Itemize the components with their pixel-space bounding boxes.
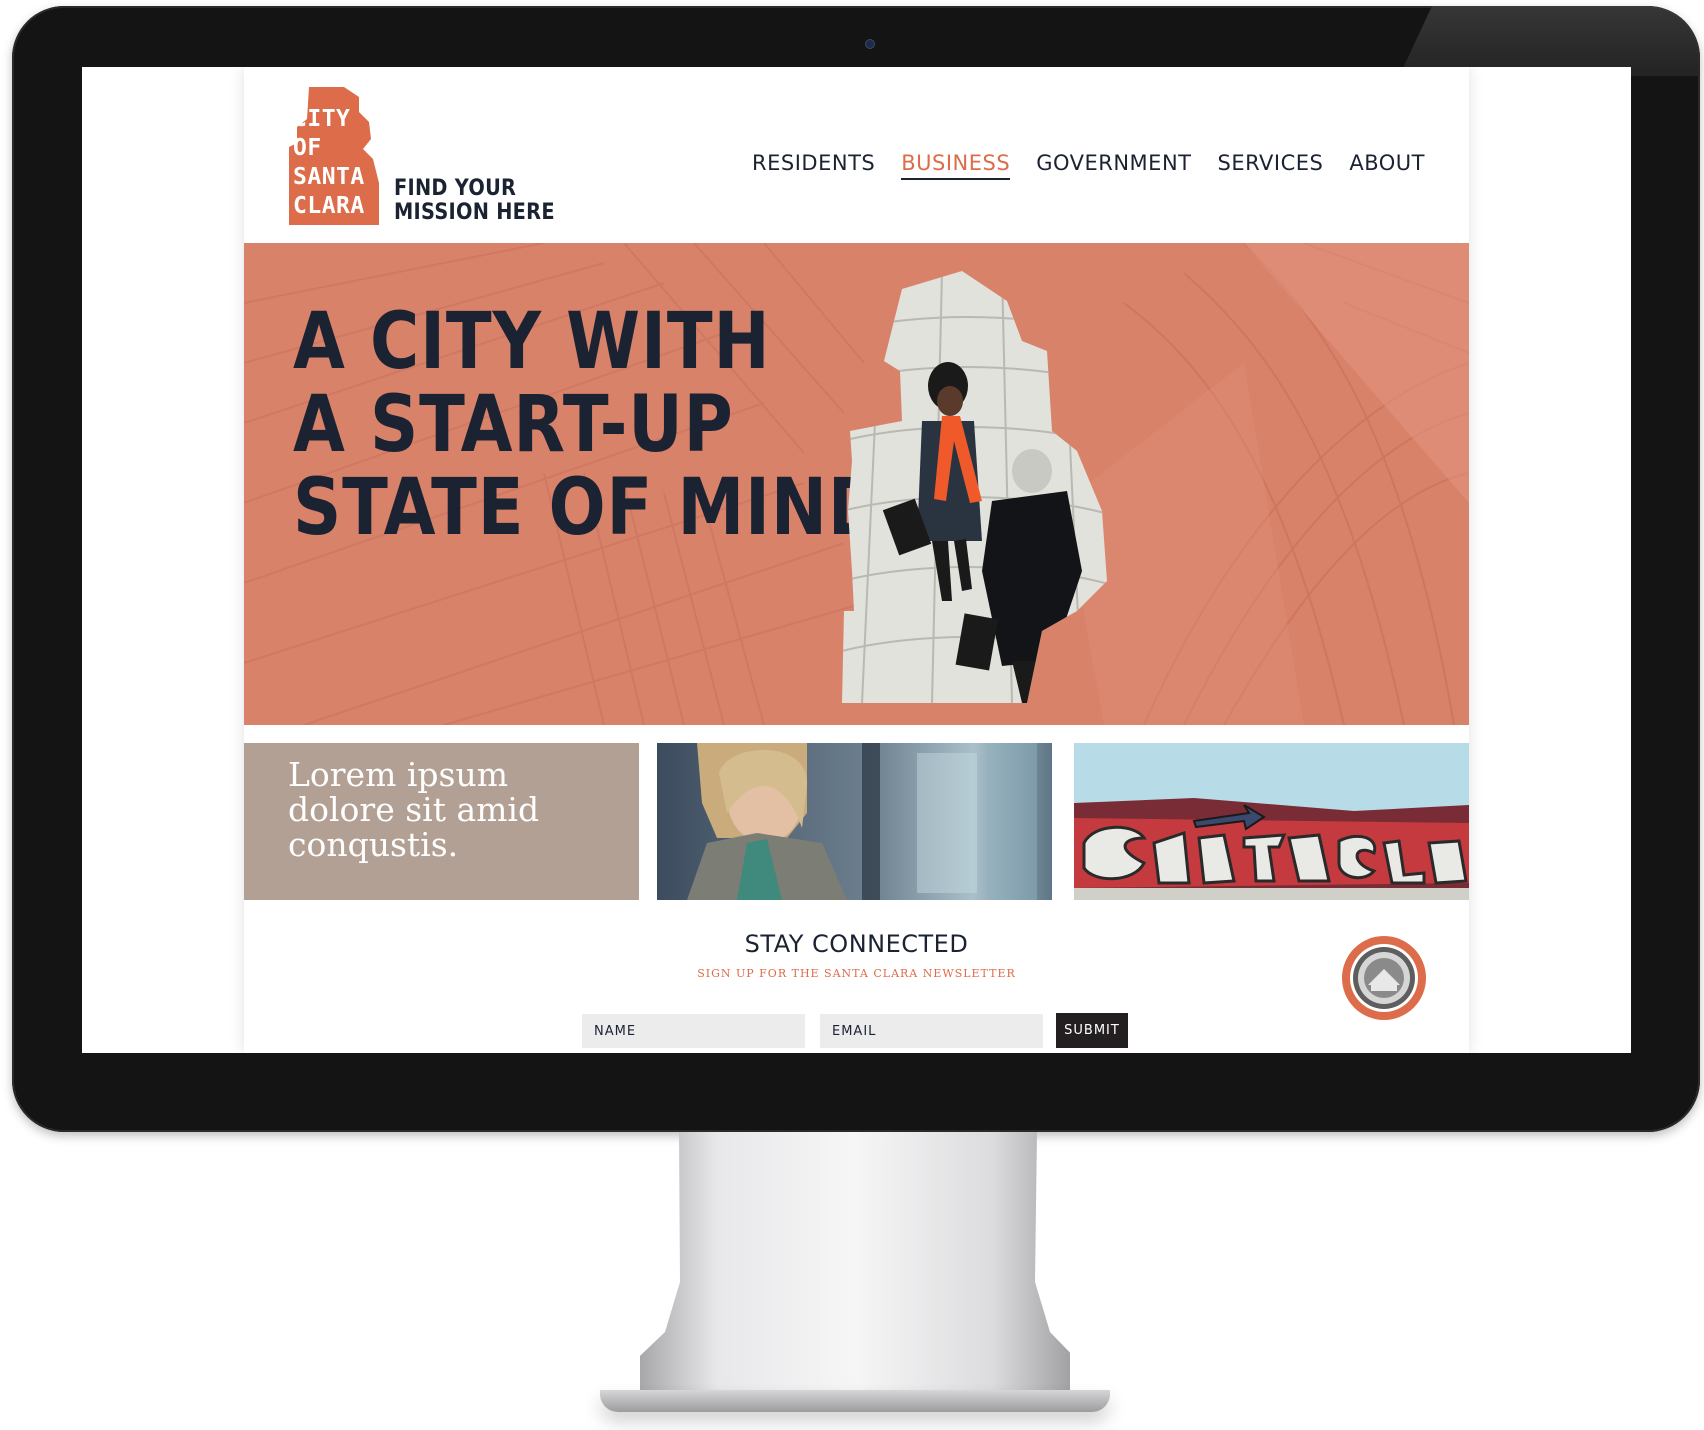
tagline-line: FIND YOUR xyxy=(394,176,517,201)
monitor-stand-base xyxy=(600,1390,1110,1412)
hero-title-line: STATE OF MIND xyxy=(293,463,885,553)
logo-text: CITY OF SANTA CLARA xyxy=(293,105,383,221)
main-nav: RESIDENTS BUSINESS GOVERNMENT SERVICES A… xyxy=(752,151,1425,180)
business-people-photo xyxy=(842,271,1107,703)
name-field[interactable] xyxy=(582,1014,805,1048)
nav-item-government[interactable]: GOVERNMENT xyxy=(1036,151,1191,180)
camera-icon xyxy=(865,39,875,49)
logo-line: SANTA xyxy=(293,164,365,190)
nav-item-residents[interactable]: RESIDENTS xyxy=(752,151,875,180)
nav-item-about[interactable]: ABOUT xyxy=(1349,151,1425,180)
newsletter-subtitle: SIGN UP FOR THE SANTA CLARA NEWSLETTER xyxy=(697,967,1016,980)
hero-title-line: A CITY WITH xyxy=(293,297,771,387)
tagline: FIND YOUR MISSION HERE xyxy=(394,177,555,225)
quote-tile[interactable]: Lorem ipsum dolore sit amid conqustis. xyxy=(244,743,639,900)
woman-photo-tile[interactable] xyxy=(657,743,1052,900)
quote-text: Lorem ipsum dolore sit amid conqustis. xyxy=(288,755,540,864)
monitor-stand xyxy=(640,1132,1070,1394)
logo-line: CITY xyxy=(293,106,351,132)
mural-photo-tile[interactable] xyxy=(1074,743,1469,900)
email-field[interactable] xyxy=(820,1014,1043,1048)
city-logo[interactable]: CITY OF SANTA CLARA xyxy=(289,87,379,225)
newsletter-title: STAY CONNECTED xyxy=(744,930,969,958)
hero-title: A CITY WITH A START-UP STATE OF MIND xyxy=(293,301,884,550)
site-header: CITY OF SANTA CLARA FIND YOUR MISSION HE… xyxy=(244,67,1469,243)
santa-clara-mural-photo xyxy=(1074,743,1469,900)
city-seal-icon[interactable] xyxy=(1341,935,1427,1021)
woman-photo xyxy=(657,743,1052,900)
hero-banner: A CITY WITH A START-UP STATE OF MIND xyxy=(244,243,1469,725)
screen: CITY OF SANTA CLARA FIND YOUR MISSION HE… xyxy=(82,67,1631,1053)
logo-line: OF xyxy=(293,135,322,161)
submit-button[interactable]: SUBMIT xyxy=(1056,1013,1128,1048)
hero-title-line: A START-UP xyxy=(293,380,734,470)
tagline-line: MISSION HERE xyxy=(394,200,555,225)
nav-item-services[interactable]: SERVICES xyxy=(1217,151,1323,180)
bezel-glare xyxy=(1399,6,1700,76)
nav-item-business[interactable]: BUSINESS xyxy=(901,151,1011,180)
web-page: CITY OF SANTA CLARA FIND YOUR MISSION HE… xyxy=(244,67,1469,1053)
logo-line: CLARA xyxy=(293,193,365,219)
feature-tiles: Lorem ipsum dolore sit amid conqustis. xyxy=(244,743,1469,900)
newsletter-section: STAY CONNECTED SIGN UP FOR THE SANTA CLA… xyxy=(244,900,1469,1053)
